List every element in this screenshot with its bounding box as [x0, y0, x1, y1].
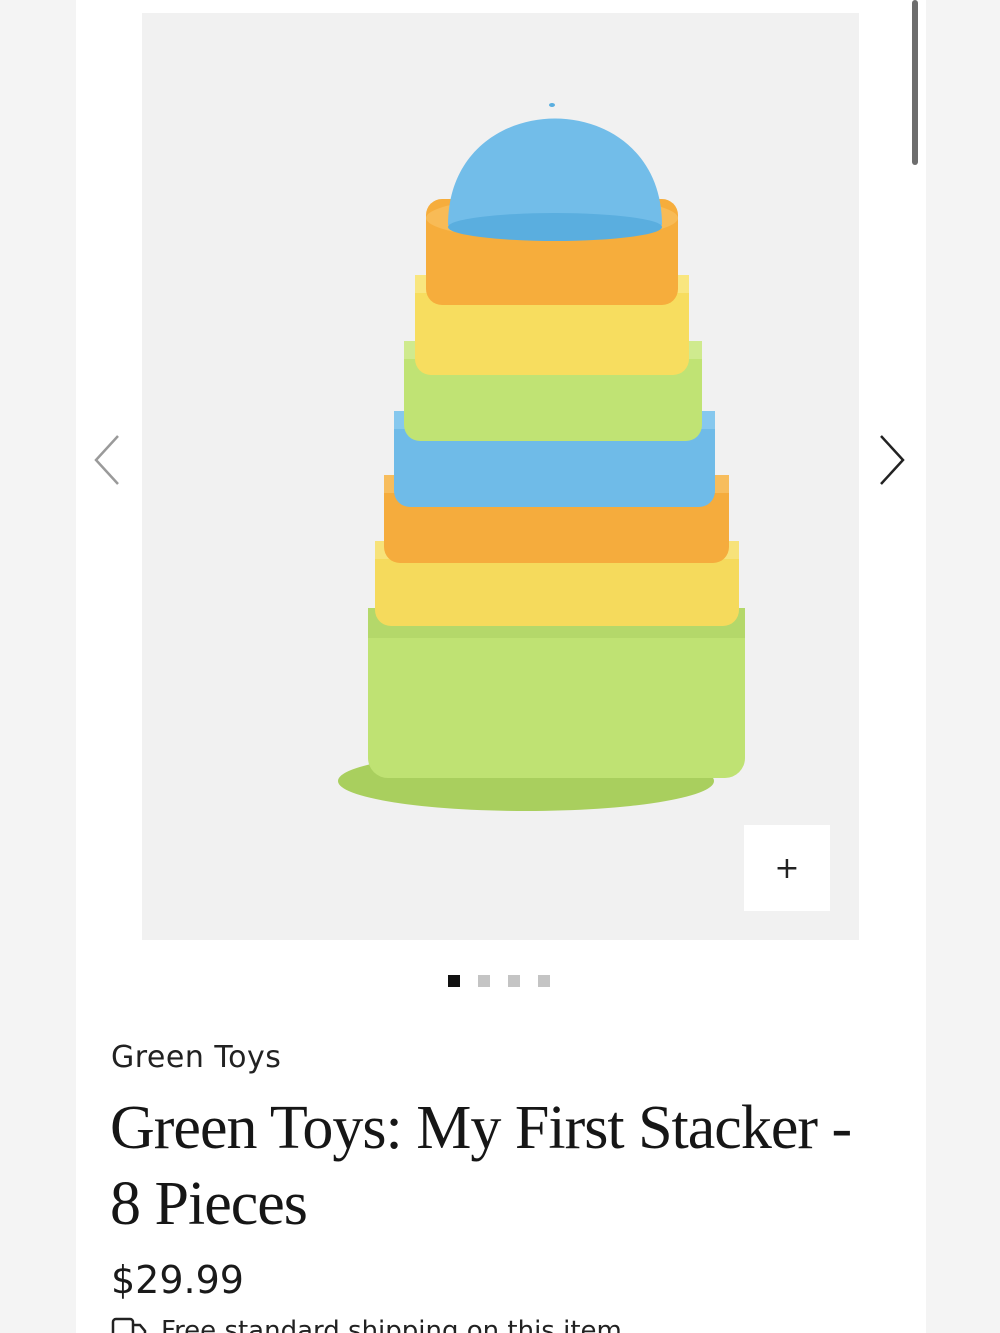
- chevron-right-icon: [880, 435, 905, 485]
- product-price: $29.99: [111, 1258, 244, 1302]
- zoom-button[interactable]: +: [744, 825, 830, 911]
- shipping-text: Free standard shipping on this item: [161, 1316, 622, 1333]
- next-image-button[interactable]: [873, 430, 913, 490]
- pagination-dot[interactable]: [478, 975, 490, 987]
- pagination-dot[interactable]: [448, 975, 460, 987]
- shipping-info: Free standard shipping on this item: [111, 1316, 622, 1333]
- pagination-dot[interactable]: [538, 975, 550, 987]
- pagination-dot[interactable]: [508, 975, 520, 987]
- product-title: Green Toys: My First Stacker - 8 Pieces: [110, 1094, 852, 1238]
- previous-image-button[interactable]: [86, 430, 126, 490]
- scrollbar-thumb[interactable]: [912, 0, 918, 165]
- product-image-gallery[interactable]: +: [142, 13, 859, 940]
- gallery-pagination: [448, 975, 550, 987]
- truck-icon: [111, 1317, 147, 1333]
- product-page: + Green Toys Green Toys: My First Stacke…: [76, 0, 926, 1333]
- chevron-left-icon: [94, 435, 119, 485]
- product-image: [338, 103, 745, 811]
- brand-link[interactable]: Green Toys: [111, 1040, 281, 1075]
